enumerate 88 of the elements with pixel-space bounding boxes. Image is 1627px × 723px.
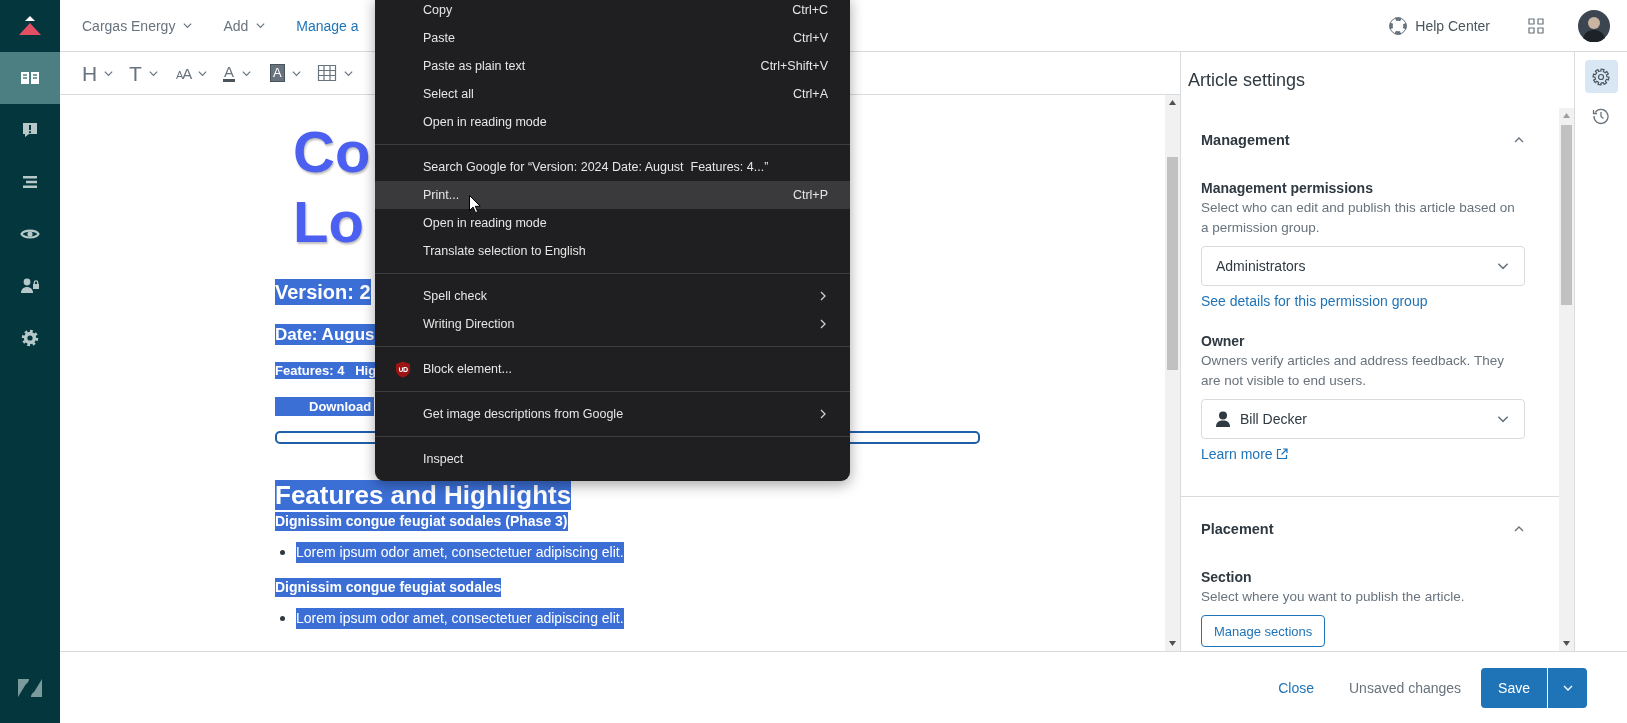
scroll-down-arrow-icon [1563, 641, 1570, 646]
user-lock-icon [20, 276, 40, 296]
heading: Dignissim congue feugiat sodales [275, 578, 502, 597]
format-tool-button[interactable]: H [82, 58, 129, 88]
select-field[interactable]: Administrators [1201, 246, 1525, 286]
heading: Dignissim congue feugiat sodales (Phase 3) [275, 512, 568, 531]
shortcut-label: Ctrl+C [792, 3, 828, 17]
scroll-thumb[interactable] [1561, 125, 1572, 305]
highlight-color-button[interactable]: A [270, 58, 317, 88]
menu-item[interactable]: Search Google for “Version: 2024 Date: August Features: 4...” [375, 153, 850, 181]
shield-icon [395, 360, 411, 378]
menu-item[interactable]: Get image descriptions from Google [375, 400, 850, 428]
nav-menu[interactable]: Add [223, 17, 267, 34]
heading: Features and Highlights [275, 480, 572, 510]
scroll-down-arrow-icon [1169, 641, 1176, 646]
menu-item[interactable]: Print... Ctrl+P [375, 181, 850, 209]
manage-sections-button[interactable]: Manage sections [1201, 615, 1326, 647]
menu-item[interactable]: Paste Ctrl+V [375, 24, 850, 52]
list-item-text: Lorem ipsum odor amet, consectetuer adipiscing elit. [296, 542, 624, 563]
menu-item[interactable]: Open in reading mode [375, 209, 850, 237]
logo-icon [17, 15, 43, 37]
list-item-text: Lorem ipsum odor amet, consectetuer adipiscing elit. [296, 608, 624, 629]
nav-link[interactable]: Manage a [296, 17, 359, 34]
menu-item[interactable]: Translate selection to English [375, 237, 850, 265]
field-description: Select where you want to publish the article. [1201, 588, 1466, 606]
bullet-icon [280, 616, 285, 621]
lifebuoy-icon [1389, 16, 1408, 35]
field-label: Owner [1201, 332, 1245, 351]
bullet-icon [280, 550, 285, 555]
sidebar-item[interactable] [0, 52, 60, 104]
shortcut-label: Ctrl+A [792, 87, 828, 101]
chevron-right-icon [818, 318, 828, 330]
chevron-down-icon [255, 20, 267, 31]
menu-item[interactable]: Select all Ctrl+A [375, 80, 850, 108]
shortcut-label: Ctrl+V [792, 31, 828, 45]
external-link-icon [1275, 448, 1288, 460]
article-title: Lo [293, 188, 364, 256]
shortcut-label: Ctrl+P [792, 188, 828, 202]
help-center-button[interactable]: Help Center [1389, 16, 1490, 35]
format-tool-button[interactable]: T [129, 58, 176, 88]
table-icon [317, 63, 337, 83]
chevron-right-icon [818, 408, 828, 420]
scroll-thumb[interactable] [1167, 157, 1178, 370]
section-header[interactable]: Placement [1201, 517, 1525, 541]
settings-icon [20, 328, 40, 348]
field-description: Owners verify articles and address feedback. They are not visible to end users. [1201, 352, 1505, 390]
mouse-pointer-icon [469, 195, 481, 214]
field-description: Select who can edit and publish this article based on a permission group. [1201, 199, 1516, 237]
apps-grid-icon [1528, 17, 1544, 34]
chevron-right-icon [818, 290, 828, 302]
menu-item[interactable]: Spell check [375, 282, 850, 310]
heading: Date: Augus [275, 324, 375, 345]
chevron-down-icon [182, 20, 194, 31]
nav-menu[interactable]: Cargas Energy [82, 17, 194, 34]
menu-item[interactable]: Paste as plain text Ctrl+Shift+V [375, 52, 850, 80]
menu-item[interactable]: Writing Direction [375, 310, 850, 338]
scroll-up-arrow-icon [1563, 113, 1570, 118]
text-color-button[interactable]: A [223, 58, 270, 88]
font-size-button[interactable]: AA [176, 58, 223, 88]
menu-item[interactable]: Block element... [375, 355, 850, 383]
article-title: Co [293, 118, 371, 186]
person-icon [1216, 411, 1230, 427]
menu-item[interactable]: Copy Ctrl+C [375, 0, 850, 24]
field-label: Section [1201, 568, 1252, 587]
download-button[interactable]: Download [275, 397, 374, 416]
heading: Version: 2 [275, 279, 371, 305]
close-link[interactable]: Close [1278, 679, 1314, 696]
meta-text: Features: 4 Hig [275, 362, 377, 379]
panel-tab[interactable] [1584, 60, 1618, 93]
menu-item[interactable]: Inspect [375, 445, 850, 473]
alert-bubble-icon [20, 120, 40, 140]
save-button[interactable]: Save [1481, 667, 1547, 708]
shortcut-label: Ctrl+Shift+V [760, 59, 828, 73]
link[interactable]: Learn more [1201, 444, 1288, 464]
scrollbar[interactable] [1559, 108, 1574, 651]
menu-item[interactable]: Open in reading mode [375, 108, 850, 136]
link[interactable]: See details for this permission group [1201, 291, 1428, 311]
select-field[interactable]: Bill Decker [1201, 399, 1525, 439]
settings-icon [1592, 67, 1610, 86]
save-options-button[interactable] [1547, 667, 1587, 708]
scroll-up-arrow-icon [1169, 100, 1176, 105]
section-header[interactable]: Management [1201, 128, 1525, 152]
panel-title: Article settings [1187, 68, 1307, 92]
status-text: Unsaved changes [1349, 679, 1462, 696]
field-label: Management permissions [1201, 179, 1373, 198]
scrollbar[interactable] [1165, 95, 1180, 651]
avatar-icon [1578, 9, 1610, 42]
history-icon [1592, 106, 1610, 125]
